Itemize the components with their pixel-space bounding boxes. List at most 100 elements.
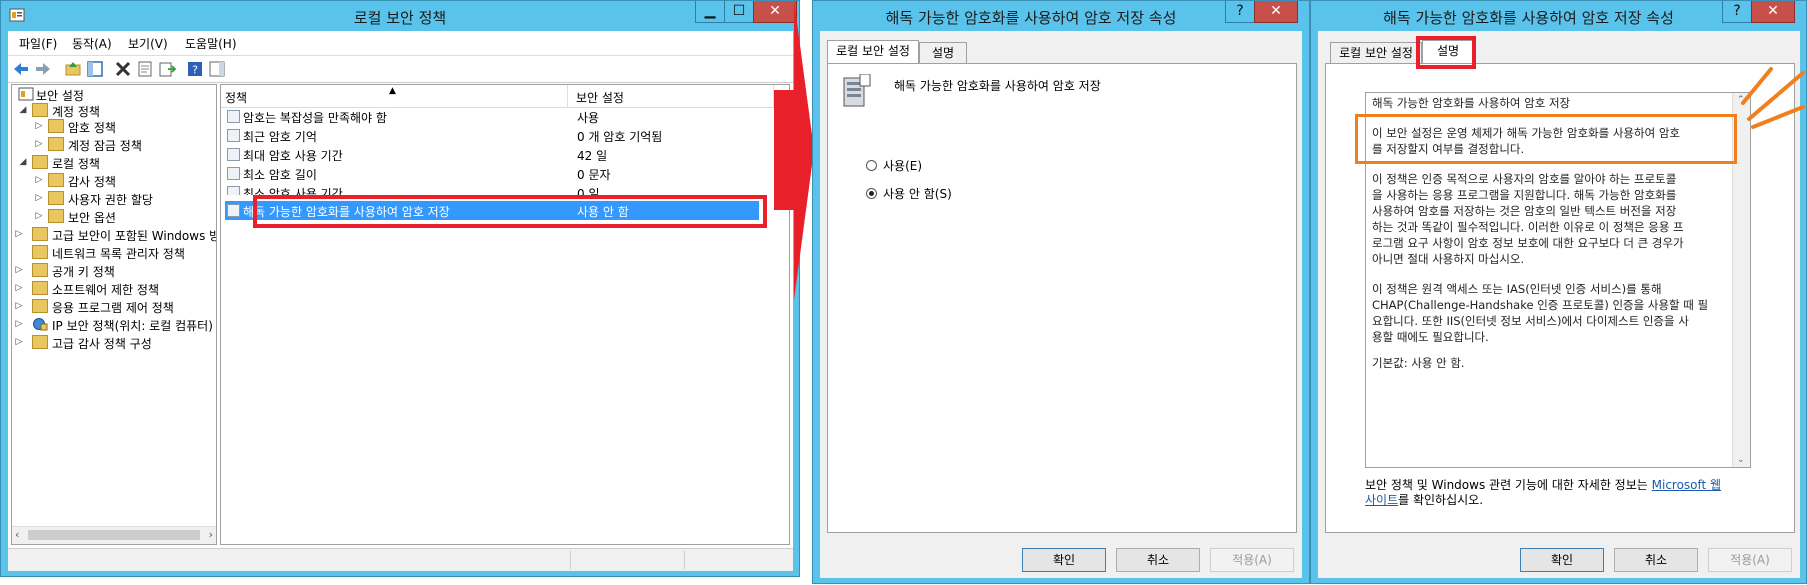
folder-icon [48,119,64,133]
titlebar[interactable]: 로컬 보안 정책 ▁ ☐ ✕ [1,1,799,31]
table-row[interactable]: 최소 암호 길이 0 문자 [221,164,789,183]
expander-icon[interactable]: ▷ [14,283,24,293]
menu-file[interactable]: 파일(F) [19,35,57,52]
scroll-thumb[interactable] [28,530,200,540]
radio-enabled-label[interactable]: 사용(E) [883,157,922,174]
tab-local-security-setting[interactable]: 로컬 보안 설정 [827,40,919,64]
tree-item-software-restriction[interactable]: ▷ 소프트웨어 제한 정책 [12,280,216,298]
radio-enabled[interactable] [866,160,877,171]
expander-icon[interactable]: ▷ [14,301,24,311]
tab-page: 해독 가능한 암호화를 사용하여 암호 저장 사용(E) 사용 안 함(S) [827,63,1297,533]
window-title: 로컬 보안 정책 [353,9,447,27]
show-action-pane-icon[interactable] [208,60,226,78]
help-button[interactable]: ? [1722,1,1752,23]
properties-icon[interactable] [136,60,154,78]
tree-item-audit-policy[interactable]: ▷ 감사 정책 [12,172,216,190]
policy-setting: 0 일 [577,187,600,195]
titlebar[interactable]: 해독 가능한 암호화를 사용하여 암호 저장 속성 ? ✕ [1311,1,1806,31]
tree-item-password-policy[interactable]: ▷ 암호 정책 [12,118,216,136]
tree-item-advanced-audit[interactable]: ▷ 고급 감사 정책 구성 [12,334,216,352]
tree-item-security-options[interactable]: ▷ 보안 옵션 [12,208,216,226]
apply-button[interactable]: 적용(A) [1708,548,1792,572]
policy-item-icon [227,204,240,217]
window-title: 해독 가능한 암호화를 사용하여 암호 저장 속성 [1383,9,1674,27]
tree-item-network-list-manager[interactable]: 네트워크 목록 관리자 정책 [12,244,216,262]
scroll-right-icon[interactable]: › [209,528,213,541]
microsoft-website-link[interactable]: Microsoft 웹 [1652,478,1721,492]
selected-row-highlight [253,195,767,228]
policy-item-icon [227,148,240,161]
menu-bar: 파일(F) 동작(A) 보기(V) 도움말(H) [8,31,793,56]
minimize-button[interactable]: ▁ [695,1,725,23]
table-row[interactable]: 최소 암호 사용 기간 0 일 [221,183,789,195]
tree-horizontal-scrollbar[interactable]: ‹ › [12,526,216,544]
status-divider [570,551,571,569]
expander-icon[interactable]: ▷ [34,211,44,221]
menu-help[interactable]: 도움말(H) [185,35,237,52]
expander-icon[interactable]: ▷ [34,175,44,185]
tree-item-application-control[interactable]: ▷ 응용 프로그램 제어 정책 [12,298,216,316]
microsoft-website-link-cont[interactable]: 사이트 [1365,493,1398,507]
table-row[interactable]: 최근 암호 기억 0 개 암호 기억됨 [221,126,789,145]
folder-icon [32,245,48,259]
svg-text:?: ? [192,64,198,77]
expander-icon[interactable]: ▷ [14,265,24,275]
radio-disabled[interactable] [866,188,877,199]
cancel-button[interactable]: 취소 [1614,548,1698,572]
console-tree-pane[interactable]: 보안 설정 ◢ 계정 정책 ▷ 암호 정책 ▷ 계정 잠금 정책 ◢ 로컬 정책… [11,84,217,545]
menu-action[interactable]: 동작(A) [72,35,112,52]
expander-icon[interactable]: ▷ [34,193,44,203]
forward-icon[interactable] [34,60,52,78]
status-divider [684,551,685,569]
column-header-setting[interactable]: 보안 설정 [568,85,774,108]
tree-item-public-key-policies[interactable]: ▷ 공개 키 정책 [12,262,216,280]
apply-button[interactable]: 적용(A) [1210,548,1294,572]
folder-icon [32,155,48,169]
tree-item-user-rights-assignment[interactable]: ▷ 사용자 권한 할당 [12,190,216,208]
maximize-button[interactable]: ☐ [724,1,754,23]
table-row[interactable]: 암호는 복잡성을 만족해야 함 사용 [221,107,789,126]
text-line: 아니면 절대 사용하지 마십시오. [1372,252,1525,266]
export-list-icon[interactable] [158,60,176,78]
column-header-policy[interactable]: 정책 ▲ [221,85,568,108]
expander-icon[interactable]: ▷ [14,229,24,239]
menu-view[interactable]: 보기(V) [128,35,168,52]
text-line: 용할 때에도 필요합니다. [1372,330,1489,344]
delete-icon[interactable] [114,60,132,78]
cancel-button[interactable]: 취소 [1116,548,1200,572]
up-folder-icon[interactable] [64,60,82,78]
expander-icon[interactable]: ▷ [34,121,44,131]
ok-button[interactable]: 확인 [1520,548,1604,572]
expander-icon[interactable]: ◢ [18,105,28,115]
close-button[interactable]: ✕ [1751,1,1795,23]
tab-explain[interactable]: 설명 [919,42,967,64]
tree-item-local-policies[interactable]: ◢ 로컬 정책 [12,154,216,172]
expander-icon[interactable]: ◢ [18,157,28,167]
expander-icon[interactable]: ▷ [14,337,24,347]
back-icon[interactable] [12,60,30,78]
dialog-body: 로컬 보안 설정 설명 해독 가능한 암호화를 사용하여 암호 저장 사용(E)… [820,31,1302,578]
titlebar[interactable]: 해독 가능한 암호화를 사용하여 암호 저장 속성 ? ✕ [813,1,1309,31]
radio-disabled-label[interactable]: 사용 안 함(S) [883,185,952,202]
explanation-default-value: 기본값: 사용 안 함. [1372,356,1465,370]
policy-name: 암호는 복잡성을 만족해야 함 [243,111,387,125]
tab-local-security-setting[interactable]: 로컬 보안 설정 [1330,42,1422,64]
tree-item-ip-security[interactable]: ▷ IP 보안 정책(위치: 로컬 컴퓨터) [12,316,216,334]
tree-item-account-lockout-policy[interactable]: ▷ 계정 잠금 정책 [12,136,216,154]
expander-icon[interactable]: ▷ [34,139,44,149]
expander-icon[interactable]: ▷ [14,319,24,329]
help-button[interactable]: ? [1225,1,1255,23]
ok-button[interactable]: 확인 [1022,548,1106,572]
scroll-left-icon[interactable]: ‹ [15,528,19,541]
close-button[interactable]: ✕ [1254,1,1298,23]
folder-icon [32,299,48,313]
text-line: 을 사용하는 응용 프로그램을 지원합니다. 해독 가능한 암호화를 [1372,188,1677,202]
scroll-down-icon[interactable]: ⌄ [1737,455,1745,465]
help-icon[interactable]: ? [186,60,204,78]
show-hide-console-tree-icon[interactable] [86,60,104,78]
tree-item-windows-firewall[interactable]: ▷ 고급 보안이 포함된 Windows 방화벽 [12,226,216,244]
text-line: 로그램 요구 사항이 암호 정보 보호에 대한 요구보다 더 큰 경우가 [1372,236,1684,250]
table-row[interactable]: 최대 암호 사용 기간 42 일 [221,145,789,164]
folder-icon [32,281,48,295]
explanation-title: 해독 가능한 암호화를 사용하여 암호 저장 [1372,96,1571,110]
